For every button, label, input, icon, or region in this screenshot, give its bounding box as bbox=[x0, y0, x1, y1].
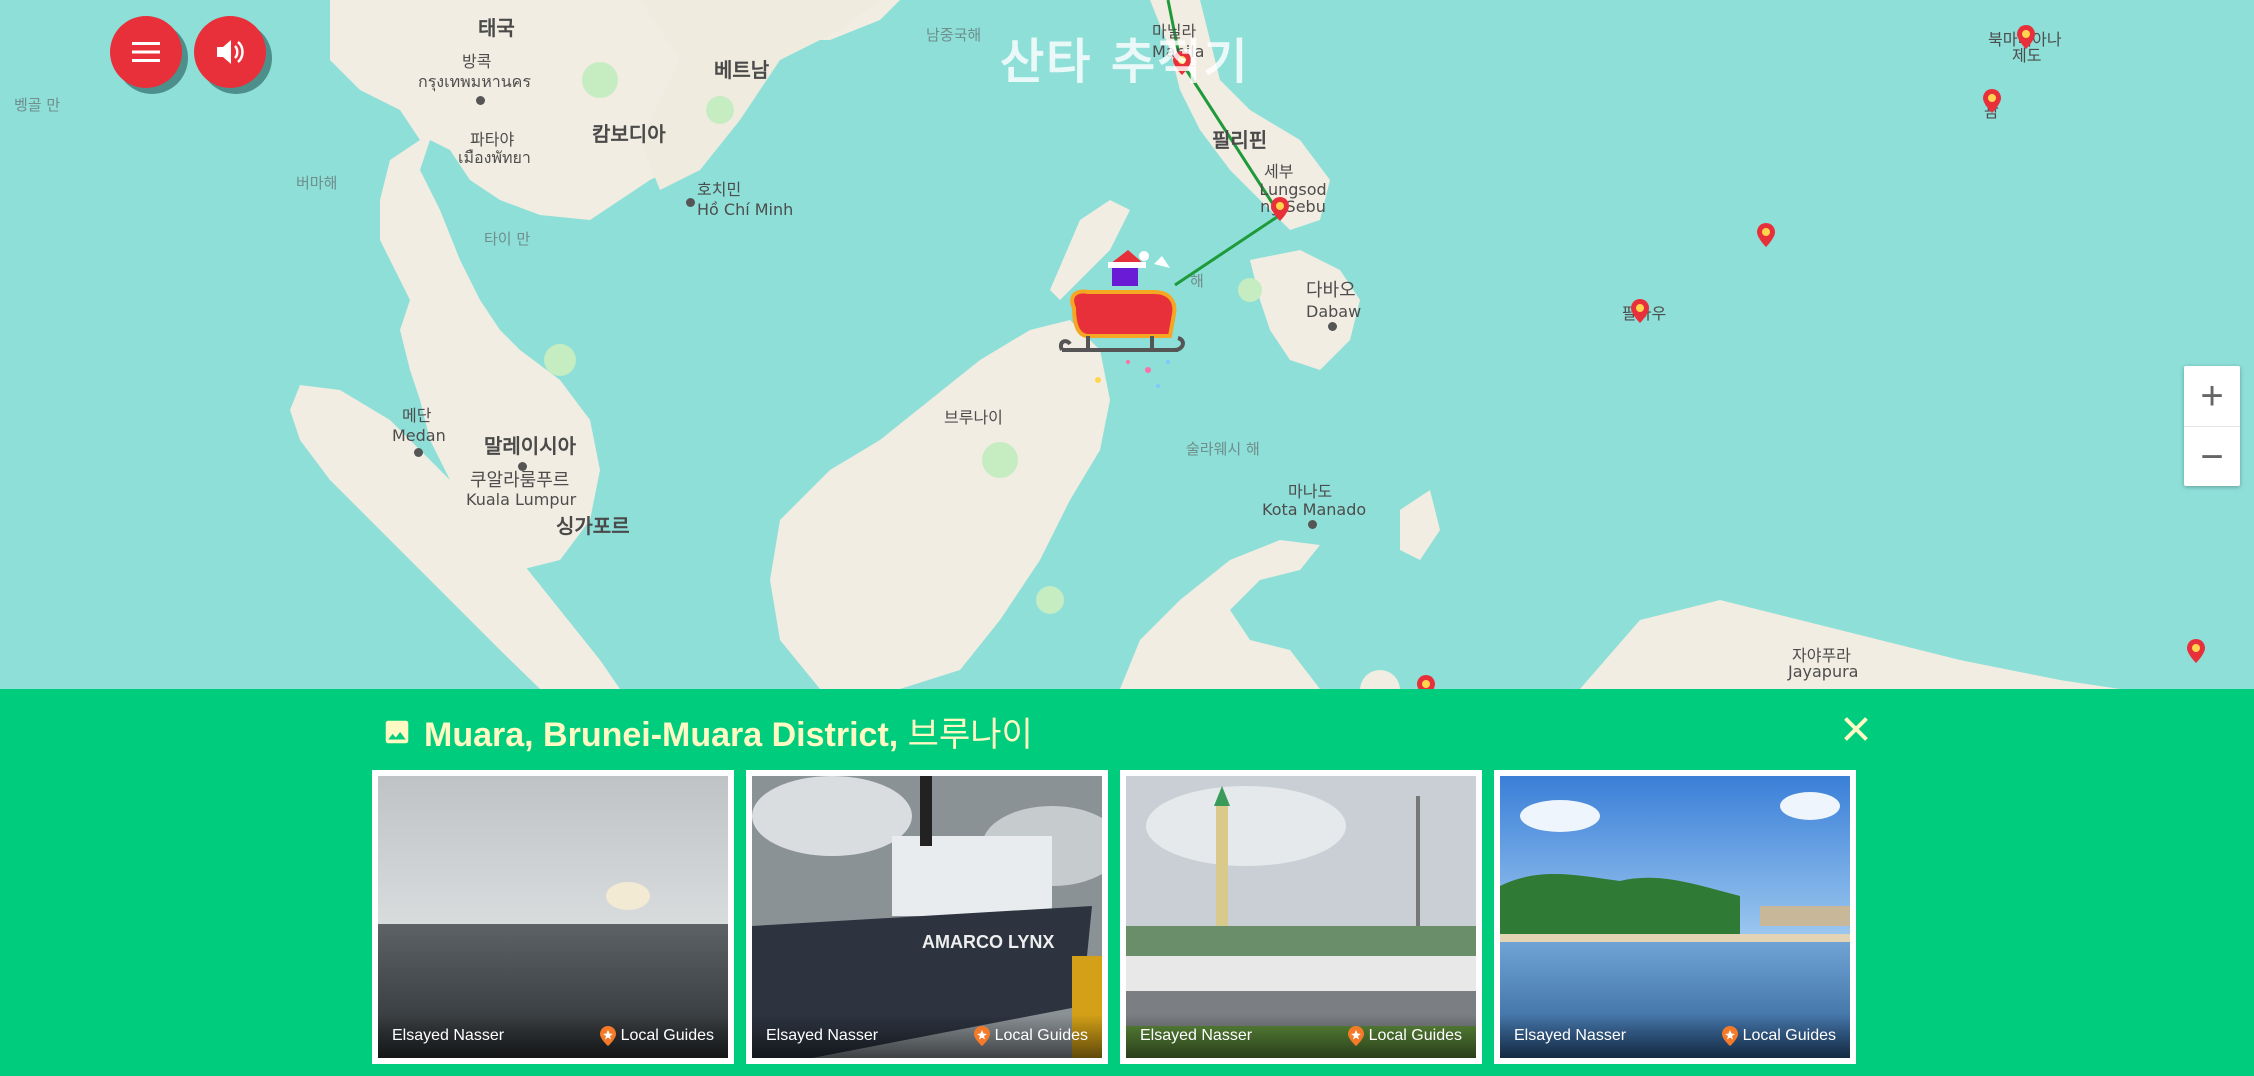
zoom-out-button[interactable]: − bbox=[2184, 427, 2240, 487]
label-philippines: 필리핀 bbox=[1212, 128, 1268, 152]
city-dot bbox=[476, 96, 485, 105]
place-name: Muara, Brunei-Muara District, bbox=[424, 716, 899, 754]
location-panel: Muara, Brunei-Muara District, 브루나이 Elsay… bbox=[0, 689, 2254, 1076]
photo-icon bbox=[385, 720, 409, 743]
close-icon[interactable] bbox=[1838, 711, 1874, 747]
city-dot bbox=[686, 198, 695, 207]
label-vietnam: 베트남 bbox=[714, 58, 770, 82]
label-cambodia: 캄보디아 bbox=[592, 122, 666, 146]
local-guides-icon bbox=[1721, 1026, 1738, 1046]
stop-pin-icon[interactable] bbox=[2186, 638, 2206, 664]
label-gulf-thailand: 타이 만 bbox=[484, 230, 531, 248]
stop-pin-icon[interactable] bbox=[2016, 24, 2036, 50]
place-country: 브루나이 bbox=[907, 716, 1033, 754]
label-bangkok-ko: 방콕 bbox=[462, 52, 492, 71]
label-thailand: 태국 bbox=[478, 16, 515, 40]
label-kl-en: Kuala Lumpur bbox=[466, 490, 577, 509]
photo-card[interactable]: Elsayed Nasser Local Guides bbox=[1494, 770, 1856, 1064]
local-guides-badge: Local Guides bbox=[620, 1027, 714, 1044]
label-bay-of-bengal: 벵골 만 bbox=[14, 96, 61, 114]
label-cebu-en: Lungsod ng Sebu bbox=[1259, 180, 1327, 216]
photo-author: Elsayed Nasser bbox=[392, 1027, 505, 1044]
label-jayapura-en: Jayapura bbox=[1788, 662, 1859, 681]
label-manado-en: Kota Manado bbox=[1262, 500, 1367, 519]
photo-card[interactable]: Elsayed Nasser Local Guides bbox=[1120, 770, 1482, 1064]
zoom-control: + − bbox=[2184, 366, 2240, 486]
label-medan-ko: 메단 bbox=[402, 406, 432, 425]
label-south-china-sea: 남중국해 bbox=[926, 26, 982, 44]
photo-caption: Elsayed Nasser Local Guides bbox=[1126, 1014, 1476, 1058]
photo-caption: Elsayed Nasser Local Guides bbox=[1500, 1014, 1850, 1058]
label-celebes-sea: 술라웨시 해 bbox=[1186, 440, 1260, 458]
label-hcm-en: Hồ Chí Minh bbox=[697, 200, 794, 219]
hamburger-menu-icon bbox=[132, 42, 160, 62]
label-davao-ko: 다바오 bbox=[1306, 280, 1356, 301]
santa-sleigh-icon[interactable] bbox=[1058, 250, 1198, 410]
local-guides-badge: Local Guides bbox=[1742, 1027, 1836, 1044]
photo-strip: Elsayed Nasser Local Guides AMARCO LYNX E… bbox=[372, 770, 1856, 1064]
local-guides-icon bbox=[599, 1026, 616, 1046]
local-guides-icon bbox=[973, 1026, 990, 1046]
label-andaman-sea: 버마해 bbox=[296, 174, 338, 192]
city-dot bbox=[1308, 520, 1317, 529]
label-pattaya-th: เมืองพัทยา bbox=[458, 148, 531, 167]
sound-button[interactable] bbox=[194, 16, 266, 88]
stop-pin-icon[interactable] bbox=[1270, 196, 1290, 222]
label-medan-en: Medan bbox=[392, 426, 446, 445]
label-nmi-2: 제도 bbox=[2012, 46, 2042, 65]
label-manado-ko: 마나도 bbox=[1288, 482, 1333, 501]
app-title: 산타 추적기 bbox=[1000, 34, 1250, 90]
zoom-in-button[interactable]: + bbox=[2184, 366, 2240, 427]
speaker-icon bbox=[217, 40, 244, 64]
ship-name: AMARCO LYNX bbox=[922, 932, 1054, 952]
label-brunei: 브루나이 bbox=[944, 408, 1003, 427]
photo-author: Elsayed Nasser bbox=[1514, 1027, 1627, 1044]
label-davao-en: Dabaw bbox=[1306, 302, 1362, 321]
stop-pin-icon[interactable] bbox=[1416, 674, 1436, 689]
local-guides-badge: Local Guides bbox=[1368, 1027, 1462, 1044]
stop-pin-icon[interactable] bbox=[1982, 88, 2002, 114]
photo-card[interactable]: AMARCO LYNX Elsayed Nasser Local Guides bbox=[746, 770, 1108, 1064]
label-malaysia: 말레이시아 bbox=[484, 434, 576, 458]
label-cebu-ko: 세부 bbox=[1264, 162, 1294, 181]
label-pattaya-ko: 파타야 bbox=[470, 130, 515, 149]
photo-author: Elsayed Nasser bbox=[1140, 1027, 1253, 1044]
stop-pin-icon[interactable] bbox=[1756, 222, 1776, 248]
photo-card[interactable]: Elsayed Nasser Local Guides bbox=[372, 770, 734, 1064]
photo-author: Elsayed Nasser bbox=[766, 1027, 879, 1044]
place-title: Muara, Brunei-Muara District, 브루나이 bbox=[382, 707, 1033, 756]
photo-caption: Elsayed Nasser Local Guides bbox=[378, 1014, 728, 1058]
stop-pin-icon[interactable] bbox=[1630, 298, 1650, 324]
label-kl-ko: 쿠알라룸푸르 bbox=[470, 470, 570, 491]
city-dot bbox=[1328, 322, 1337, 331]
menu-button[interactable] bbox=[110, 16, 182, 88]
photo-caption: Elsayed Nasser Local Guides bbox=[752, 1014, 1102, 1058]
local-guides-badge: Local Guides bbox=[994, 1027, 1088, 1044]
label-hcm-ko: 호치민 bbox=[697, 180, 742, 199]
map[interactable]: 태국 방콕 กรุงเทพมหานคร 베트남 파타야 เมืองพัทยา 캄… bbox=[0, 0, 2254, 689]
local-guides-icon bbox=[1347, 1026, 1364, 1046]
city-dot bbox=[414, 448, 423, 457]
label-bangkok-th: กรุงเทพมหานคร bbox=[418, 72, 531, 91]
label-singapore: 싱가포르 bbox=[556, 514, 630, 538]
